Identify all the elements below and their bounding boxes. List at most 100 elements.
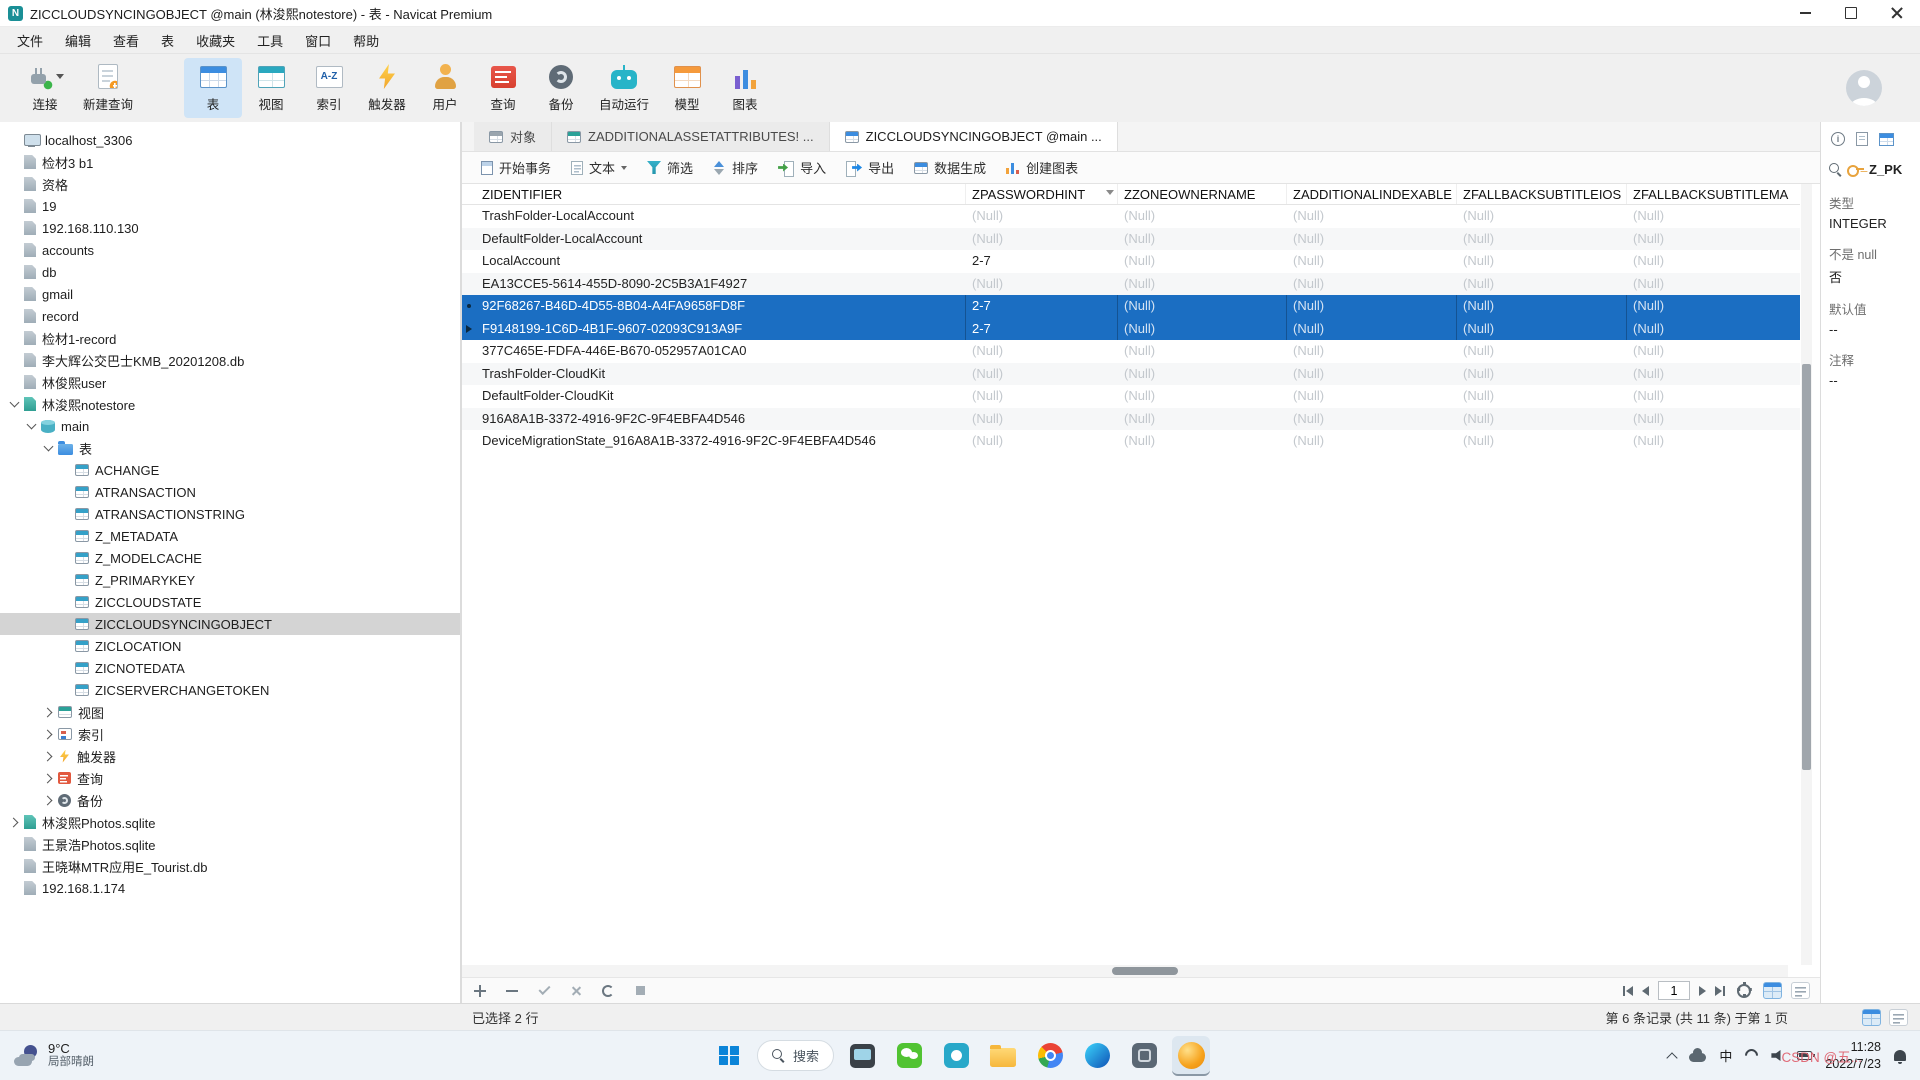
column-header[interactable]: ZFALLBACKSUBTITLEMA bbox=[1627, 184, 1800, 204]
last-page-button[interactable] bbox=[1715, 986, 1725, 996]
table-toolbar-button[interactable]: 筛选 bbox=[638, 155, 702, 181]
table-cell[interactable]: (Null) bbox=[1457, 318, 1627, 341]
table-cell[interactable]: (Null) bbox=[1118, 205, 1287, 228]
menu-item[interactable]: 表 bbox=[150, 27, 185, 53]
table-toolbar-button[interactable]: 导出 bbox=[837, 155, 903, 181]
tree-item[interactable]: 检材3 b1 bbox=[0, 151, 460, 173]
tree-item[interactable]: accounts bbox=[0, 239, 460, 261]
tree-expand-arrow-icon[interactable] bbox=[6, 814, 23, 830]
table-cell[interactable]: 2-7 bbox=[966, 250, 1118, 273]
tree-item[interactable]: gmail bbox=[0, 283, 460, 305]
delete-record-button[interactable] bbox=[504, 983, 520, 999]
table-cell[interactable]: 916A8A1B-3372-4916-9F2C-9F4EBFA4D546 bbox=[476, 408, 966, 431]
tree-item[interactable]: 192.168.110.130 bbox=[0, 217, 460, 239]
table-cell[interactable]: (Null) bbox=[1287, 205, 1457, 228]
tree-expand-arrow-icon[interactable] bbox=[6, 132, 23, 148]
tree-item[interactable]: ZICCLOUDSTATE bbox=[0, 591, 460, 613]
table-toolbar-button[interactable]: 文本 bbox=[562, 155, 636, 181]
tree-item[interactable]: localhost_3306 bbox=[0, 129, 460, 151]
info-icon[interactable] bbox=[1831, 132, 1845, 146]
tree-item[interactable]: 资格 bbox=[0, 173, 460, 195]
tree-item[interactable]: ATRANSACTION bbox=[0, 481, 460, 503]
tree-expand-arrow-icon[interactable] bbox=[57, 528, 74, 544]
tree-expand-arrow-icon[interactable] bbox=[57, 594, 74, 610]
table-cell[interactable]: (Null) bbox=[1457, 340, 1627, 363]
taskbar-app-grey[interactable] bbox=[1125, 1036, 1163, 1076]
tree-item[interactable]: 查询 bbox=[0, 767, 460, 789]
horizontal-scrollbar[interactable] bbox=[462, 965, 1788, 977]
tree-expand-arrow-icon[interactable] bbox=[57, 484, 74, 500]
tree-expand-arrow-icon[interactable] bbox=[6, 330, 23, 346]
tree-expand-arrow-icon[interactable] bbox=[6, 352, 23, 368]
minimize-button[interactable] bbox=[1782, 0, 1828, 26]
taskbar-app-wechat[interactable] bbox=[890, 1036, 928, 1076]
table-cell[interactable]: TrashFolder-CloudKit bbox=[476, 363, 966, 386]
settings-gear-icon[interactable] bbox=[1737, 984, 1751, 998]
next-page-button[interactable] bbox=[1699, 986, 1706, 996]
column-header[interactable]: ZPASSWORDHINT bbox=[966, 184, 1118, 204]
table-cell[interactable]: (Null) bbox=[1627, 408, 1800, 431]
page-number-input[interactable] bbox=[1658, 981, 1690, 1000]
table-cell[interactable]: (Null) bbox=[1457, 363, 1627, 386]
tree-item[interactable]: 索引 bbox=[0, 723, 460, 745]
tree-expand-arrow-icon[interactable] bbox=[57, 616, 74, 632]
weather-widget[interactable]: 9°C 局部晴朗 bbox=[0, 1031, 108, 1080]
toolbar-button[interactable]: 图表 bbox=[716, 58, 774, 118]
tree-item[interactable]: Z_PRIMARYKEY bbox=[0, 569, 460, 591]
table-cell[interactable]: (Null) bbox=[966, 430, 1118, 453]
form-view-button[interactable] bbox=[1791, 982, 1810, 999]
ddl-icon[interactable] bbox=[1856, 132, 1868, 146]
table-cell[interactable]: F9148199-1C6D-4B1F-9607-02093C913A9F bbox=[476, 318, 966, 341]
table-toolbar-button[interactable]: 排序 bbox=[704, 155, 767, 181]
table-cell[interactable]: (Null) bbox=[1457, 385, 1627, 408]
column-header[interactable]: ZZONEOWNERNAME bbox=[1118, 184, 1287, 204]
table-cell[interactable]: (Null) bbox=[966, 205, 1118, 228]
add-record-button[interactable] bbox=[472, 983, 488, 999]
table-row[interactable]: LocalAccount2-7(Null)(Null)(Null)(Null) bbox=[462, 250, 1800, 273]
menu-item[interactable]: 窗口 bbox=[294, 27, 342, 53]
tree-expand-arrow-icon[interactable] bbox=[57, 462, 74, 478]
dropdown-caret-icon[interactable] bbox=[56, 74, 64, 83]
toolbar-button[interactable]: 查询 bbox=[474, 58, 532, 118]
tree-item[interactable]: main bbox=[0, 415, 460, 437]
taskbar-app-edge[interactable] bbox=[1078, 1036, 1116, 1076]
previous-page-button[interactable] bbox=[1642, 986, 1649, 996]
tree-item[interactable]: 表 bbox=[0, 437, 460, 459]
tree-item[interactable]: ZICNOTEDATA bbox=[0, 657, 460, 679]
table-cell[interactable]: (Null) bbox=[1118, 340, 1287, 363]
tree-item[interactable]: record bbox=[0, 305, 460, 327]
column-header[interactable]: ZFALLBACKSUBTITLEIOS bbox=[1457, 184, 1627, 204]
table-cell[interactable]: (Null) bbox=[966, 273, 1118, 296]
toolbar-button[interactable]: 模型 bbox=[658, 58, 716, 118]
taskbar-search[interactable]: 搜索 bbox=[757, 1040, 834, 1071]
table-row[interactable]: DefaultFolder-CloudKit(Null)(Null)(Null)… bbox=[462, 385, 1800, 408]
tree-item[interactable]: ZICCLOUDSYNCINGOBJECT bbox=[0, 613, 460, 635]
table-row[interactable]: EA13CCE5-5614-455D-8090-2C5B3A1F4927(Nul… bbox=[462, 273, 1800, 296]
table-cell[interactable]: (Null) bbox=[1287, 295, 1457, 318]
table-cell[interactable]: (Null) bbox=[1627, 273, 1800, 296]
table-cell[interactable]: (Null) bbox=[1118, 430, 1287, 453]
tree-item[interactable]: 王晓琳MTR应用E_Tourist.db bbox=[0, 855, 460, 877]
tree-expand-arrow-icon[interactable] bbox=[6, 836, 23, 852]
table-row[interactable]: DeviceMigrationState_916A8A1B-3372-4916-… bbox=[462, 430, 1800, 453]
table-cell[interactable]: (Null) bbox=[1457, 430, 1627, 453]
taskbar-app-explorer[interactable] bbox=[984, 1036, 1022, 1076]
tree-item[interactable]: 触发器 bbox=[0, 745, 460, 767]
ime-indicator[interactable]: 中 bbox=[1719, 1046, 1732, 1065]
table-cell[interactable]: (Null) bbox=[1287, 363, 1457, 386]
menu-item[interactable]: 帮助 bbox=[342, 27, 390, 53]
tree-item[interactable]: 视图 bbox=[0, 701, 460, 723]
toolbar-button[interactable]: 表 bbox=[184, 58, 242, 118]
table-row[interactable]: DefaultFolder-LocalAccount(Null)(Null)(N… bbox=[462, 228, 1800, 251]
table-cell[interactable]: (Null) bbox=[1287, 228, 1457, 251]
wifi-icon[interactable] bbox=[1743, 1046, 1761, 1064]
tree-expand-arrow-icon[interactable] bbox=[6, 242, 23, 258]
tree-item[interactable]: ZICSERVERCHANGETOKEN bbox=[0, 679, 460, 701]
tree-item[interactable]: 19 bbox=[0, 195, 460, 217]
first-page-button[interactable] bbox=[1623, 986, 1633, 996]
tree-expand-arrow-icon[interactable] bbox=[40, 748, 57, 764]
discard-changes-button[interactable] bbox=[568, 983, 584, 999]
table-cell[interactable]: EA13CCE5-5614-455D-8090-2C5B3A1F4927 bbox=[476, 273, 966, 296]
vertical-scrollbar[interactable] bbox=[1801, 184, 1812, 965]
tree-expand-arrow-icon[interactable] bbox=[40, 770, 57, 786]
